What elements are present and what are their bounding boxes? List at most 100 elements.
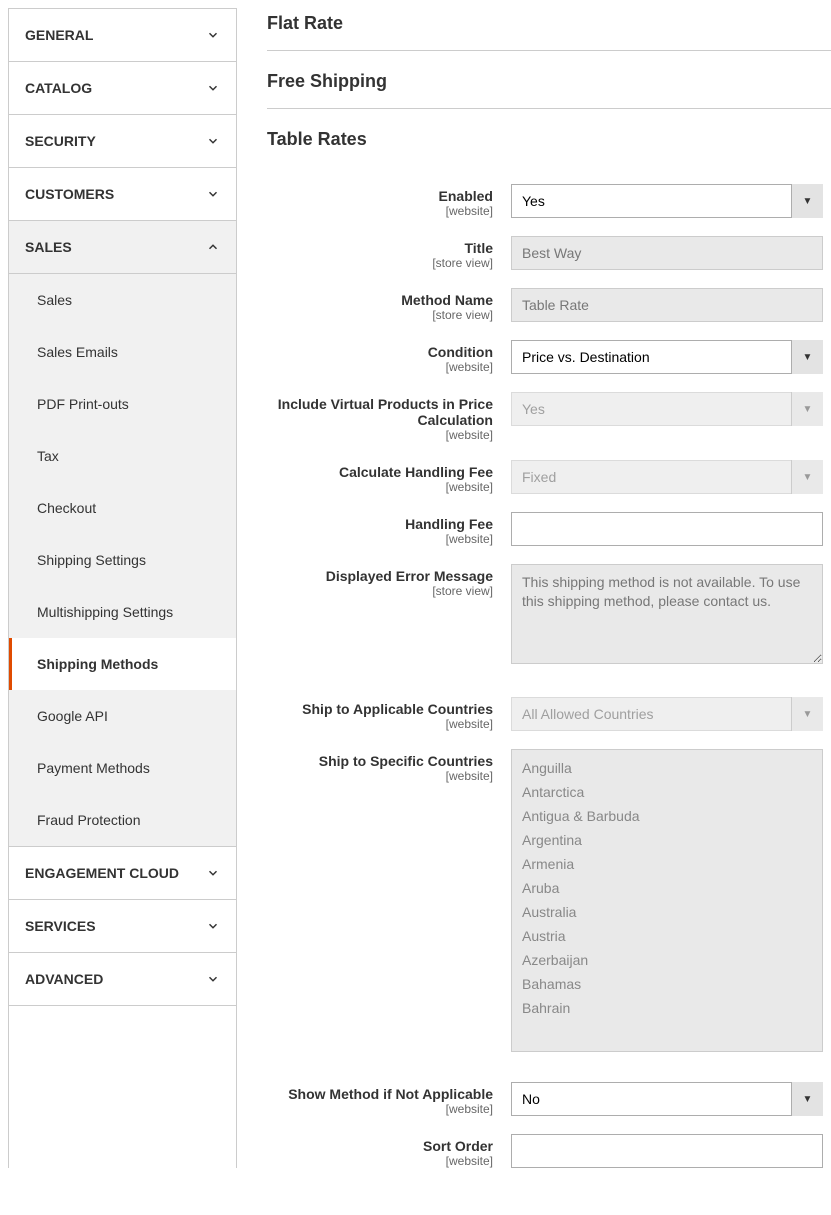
chevron-up-icon — [206, 240, 220, 254]
nav-section-customers[interactable]: CUSTOMERS — [9, 168, 236, 221]
sidebar-item-sales-emails[interactable]: Sales Emails — [9, 326, 236, 378]
enabled-label: Enabled — [267, 188, 493, 204]
nav-section-label: SALES — [25, 239, 72, 255]
field-ship-applicable: Ship to Applicable Countries [website] A… — [267, 697, 831, 731]
nav-section-label: ENGAGEMENT CLOUD — [25, 865, 179, 881]
method-name-input[interactable] — [511, 288, 823, 322]
include-virtual-select[interactable]: Yes — [511, 392, 823, 426]
enabled-scope: [website] — [267, 204, 493, 218]
condition-label: Condition — [267, 344, 493, 360]
ship-specific-multiselect[interactable]: AnguillaAntarcticaAntigua & BarbudaArgen… — [511, 749, 823, 1052]
ship-applicable-scope: [website] — [267, 717, 493, 731]
nav-section-label: SERVICES — [25, 918, 96, 934]
nav-section-general[interactable]: GENERAL — [9, 9, 236, 62]
country-option[interactable]: Aruba — [520, 876, 814, 900]
chevron-down-icon — [206, 972, 220, 986]
nav-section-label: CUSTOMERS — [25, 186, 114, 202]
section-free-shipping[interactable]: Free Shipping — [267, 51, 831, 109]
include-virtual-label: Include Virtual Products in Price Calcul… — [267, 396, 493, 428]
show-method-label: Show Method if Not Applicable — [267, 1086, 493, 1102]
nav-section-advanced[interactable]: ADVANCED — [9, 953, 236, 1006]
sidebar-item-payment-methods[interactable]: Payment Methods — [9, 742, 236, 794]
field-error-msg: Displayed Error Message [store view] Thi… — [267, 564, 831, 667]
country-option[interactable]: Argentina — [520, 828, 814, 852]
field-method-name: Method Name [store view] — [267, 288, 831, 322]
sidebar-item-shipping-methods[interactable]: Shipping Methods — [9, 638, 236, 690]
country-option[interactable]: Anguilla — [520, 756, 814, 780]
ship-specific-label: Ship to Specific Countries — [267, 753, 493, 769]
country-option[interactable]: Armenia — [520, 852, 814, 876]
handling-fee-scope: [website] — [267, 532, 493, 546]
chevron-down-icon — [206, 919, 220, 933]
include-virtual-scope: [website] — [267, 428, 493, 442]
country-option[interactable]: Azerbaijan — [520, 948, 814, 972]
country-option[interactable]: Australia — [520, 900, 814, 924]
error-msg-scope: [store view] — [267, 584, 493, 598]
field-calc-handling: Calculate Handling Fee [website] Fixed ▼ — [267, 460, 831, 494]
chevron-down-icon — [206, 187, 220, 201]
ship-applicable-select[interactable]: All Allowed Countries — [511, 697, 823, 731]
condition-scope: [website] — [267, 360, 493, 374]
sort-order-scope: [website] — [267, 1154, 493, 1168]
show-method-select[interactable]: No — [511, 1082, 823, 1116]
title-scope: [store view] — [267, 256, 493, 270]
method-name-label: Method Name — [267, 292, 493, 308]
field-show-method: Show Method if Not Applicable [website] … — [267, 1082, 831, 1116]
nav-section-label: ADVANCED — [25, 971, 103, 987]
field-sort-order: Sort Order [website] — [267, 1134, 831, 1168]
section-table-rates[interactable]: Table Rates — [267, 109, 831, 166]
section-flat-rate[interactable]: Flat Rate — [267, 8, 831, 51]
country-option[interactable]: Bahamas — [520, 972, 814, 996]
sidebar-item-google-api[interactable]: Google API — [9, 690, 236, 742]
sidebar-item-pdf-printouts[interactable]: PDF Print-outs — [9, 378, 236, 430]
chevron-down-icon — [206, 81, 220, 95]
nav-section-label: SECURITY — [25, 133, 96, 149]
nav-section-sales[interactable]: SALES — [9, 221, 236, 274]
country-option[interactable]: Antarctica — [520, 780, 814, 804]
error-msg-textarea[interactable]: This shipping method is not available. T… — [511, 564, 823, 664]
nav-section-engagement-cloud[interactable]: ENGAGEMENT CLOUD — [9, 847, 236, 900]
sidebar-item-checkout[interactable]: Checkout — [9, 482, 236, 534]
condition-select[interactable]: Price vs. Destination — [511, 340, 823, 374]
handling-fee-input[interactable] — [511, 512, 823, 546]
config-main: Flat Rate Free Shipping Table Rates Enab… — [237, 8, 831, 1168]
country-option[interactable]: Antigua & Barbuda — [520, 804, 814, 828]
error-msg-label: Displayed Error Message — [267, 568, 493, 584]
field-handling-fee: Handling Fee [website] — [267, 512, 831, 546]
country-option[interactable]: Bahrain — [520, 996, 814, 1020]
sidebar-item-multishipping-settings[interactable]: Multishipping Settings — [9, 586, 236, 638]
nav-section-label: CATALOG — [25, 80, 92, 96]
nav-section-services[interactable]: SERVICES — [9, 900, 236, 953]
sidebar-item-sales[interactable]: Sales — [9, 274, 236, 326]
sidebar-item-shipping-settings[interactable]: Shipping Settings — [9, 534, 236, 586]
chevron-down-icon — [206, 134, 220, 148]
config-sidebar: GENERAL CATALOG SECURITY CUSTOMERS SALES… — [8, 8, 237, 1168]
sidebar-item-tax[interactable]: Tax — [9, 430, 236, 482]
field-ship-specific: Ship to Specific Countries [website] Ang… — [267, 749, 831, 1052]
show-method-scope: [website] — [267, 1102, 493, 1116]
chevron-down-icon — [206, 866, 220, 880]
ship-applicable-label: Ship to Applicable Countries — [267, 701, 493, 717]
field-include-virtual: Include Virtual Products in Price Calcul… — [267, 392, 831, 442]
title-input[interactable] — [511, 236, 823, 270]
nav-section-label: GENERAL — [25, 27, 93, 43]
nav-section-security[interactable]: SECURITY — [9, 115, 236, 168]
method-name-scope: [store view] — [267, 308, 493, 322]
sort-order-input[interactable] — [511, 1134, 823, 1168]
nav-sublist-sales: Sales Sales Emails PDF Print-outs Tax Ch… — [9, 274, 236, 847]
calc-handling-label: Calculate Handling Fee — [267, 464, 493, 480]
sort-order-label: Sort Order — [267, 1138, 493, 1154]
enabled-select[interactable]: Yes — [511, 184, 823, 218]
chevron-down-icon — [206, 28, 220, 42]
ship-specific-scope: [website] — [267, 769, 493, 783]
handling-fee-label: Handling Fee — [267, 516, 493, 532]
field-condition: Condition [website] Price vs. Destinatio… — [267, 340, 831, 374]
nav-section-catalog[interactable]: CATALOG — [9, 62, 236, 115]
title-label: Title — [267, 240, 493, 256]
sidebar-item-fraud-protection[interactable]: Fraud Protection — [9, 794, 236, 846]
field-title: Title [store view] — [267, 236, 831, 270]
field-enabled: Enabled [website] Yes ▼ — [267, 184, 831, 218]
country-option[interactable]: Austria — [520, 924, 814, 948]
calc-handling-scope: [website] — [267, 480, 493, 494]
calc-handling-select[interactable]: Fixed — [511, 460, 823, 494]
